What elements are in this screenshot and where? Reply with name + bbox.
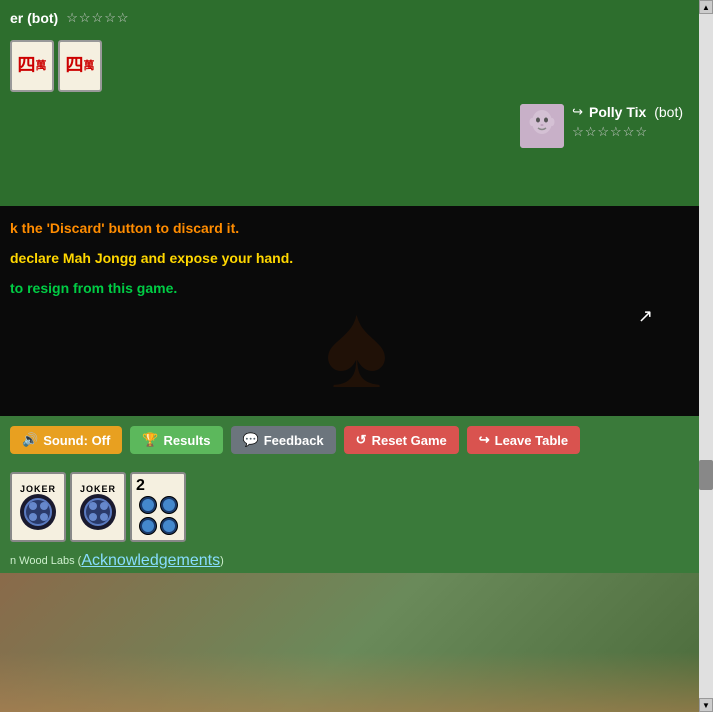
top-tile-1[interactable]: 四 萬	[10, 40, 54, 92]
results-button[interactable]: 🏆 Results	[130, 426, 222, 454]
watermark: ♠	[0, 286, 713, 406]
refresh-icon: ↺	[356, 432, 367, 448]
star-2: ☆	[79, 10, 91, 26]
instructions-area: ♠ k the 'Discard' button to discard it. …	[0, 206, 713, 416]
joker-label-1: JOKER	[20, 484, 56, 494]
scrollbar-thumb[interactable]	[699, 460, 713, 490]
instruction-1: k the 'Discard' button to discard it.	[10, 220, 703, 236]
top-player-stars: ☆ ☆ ☆ ☆ ☆	[66, 10, 128, 26]
top-tiles-area: 四 萬 四 萬	[0, 36, 713, 96]
reset-button[interactable]: ↺ Reset Game	[344, 426, 459, 454]
bottom-image	[0, 573, 713, 712]
top-tile-2[interactable]: 四 萬	[58, 40, 102, 92]
avatar-icon	[520, 104, 564, 148]
instruction-3: to resign from this game.	[10, 280, 703, 296]
tile-circles	[139, 496, 178, 535]
middle-section: ↪ Polly Tix (bot) ☆ ☆ ☆ ☆ ☆ ☆	[0, 96, 713, 206]
joker-circle-2	[80, 494, 116, 530]
scrollbar-down-arrow[interactable]: ▼	[699, 698, 713, 712]
footer-suffix: )	[220, 555, 224, 567]
tile-number-label: 2	[132, 478, 145, 494]
footer-prefix: n Wood Labs (	[10, 555, 81, 567]
right-player-stars: ☆ ☆ ☆ ☆ ☆ ☆	[572, 124, 683, 140]
comment-icon: 💬	[243, 432, 259, 448]
sound-icon: 🔊	[22, 432, 38, 448]
mouse-cursor: ↗	[638, 306, 653, 327]
button-bar: 🔊 Sound: Off 🏆 Results 💬 Feedback ↺ Rese…	[0, 416, 713, 464]
player-avatar	[520, 104, 564, 148]
hand-tile-joker-1[interactable]: JOKER	[10, 472, 66, 542]
star-4: ☆	[104, 10, 116, 26]
right-player-name: Polly Tix (bot)	[589, 104, 683, 120]
exit-icon: ↪	[479, 432, 490, 448]
top-player-bar: er (bot) ☆ ☆ ☆ ☆ ☆	[0, 0, 713, 36]
arrow-right-icon: ↪	[572, 104, 583, 120]
right-player-info: ↪ Polly Tix (bot) ☆ ☆ ☆ ☆ ☆ ☆	[572, 104, 683, 140]
footer-note: n Wood Labs ( Acknowledgements )	[0, 549, 713, 573]
bottom-decor	[0, 652, 713, 712]
trophy-icon: 🏆	[142, 432, 158, 448]
instruction-2: declare Mah Jongg and expose your hand.	[10, 250, 703, 266]
sound-button[interactable]: 🔊 Sound: Off	[10, 426, 122, 454]
feedback-button[interactable]: 💬 Feedback	[231, 426, 336, 454]
star-3: ☆	[92, 10, 104, 26]
star-1: ☆	[66, 10, 78, 26]
scrollbar[interactable]: ▲ ▼	[699, 0, 713, 712]
joker-circle-1	[20, 494, 56, 530]
top-player-name: er (bot)	[10, 10, 58, 26]
hand-tile-joker-2[interactable]: JOKER	[70, 472, 126, 542]
star-5: ☆	[117, 10, 129, 26]
acknowledgements-link[interactable]: Acknowledgements	[81, 552, 220, 570]
bot-suffix: (bot)	[654, 104, 683, 120]
leave-button[interactable]: ↪ Leave Table	[467, 426, 580, 454]
scrollbar-up-arrow[interactable]: ▲	[699, 0, 713, 14]
joker-label-2: JOKER	[80, 484, 116, 494]
hand-area: JOKER JOKER	[0, 464, 713, 549]
hand-tile-2-circles[interactable]: 2	[130, 472, 186, 542]
